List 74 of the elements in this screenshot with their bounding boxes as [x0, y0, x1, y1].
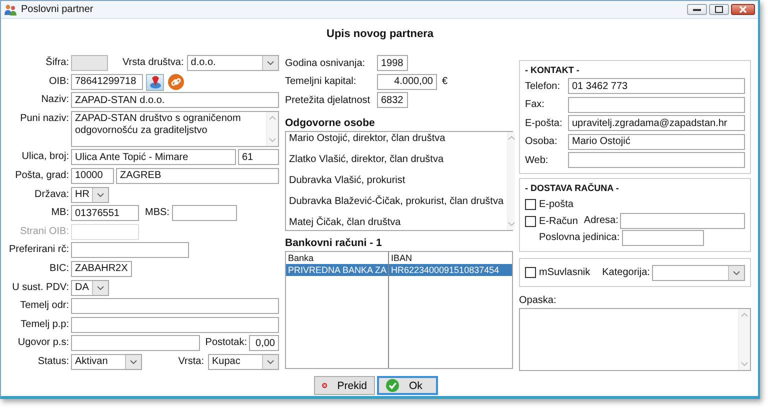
field-label: Fax: — [525, 99, 546, 110]
field-label: Vrsta: — [178, 354, 204, 369]
text-field[interactable]: Mario Ostojić — [568, 134, 745, 150]
field-label: Telefon: — [525, 80, 562, 92]
text-area[interactable]: ZAPAD-STAN društvo s ograničenom odgovornošću za graditeljstvo — [71, 110, 279, 147]
text-field[interactable]: 61 — [238, 149, 279, 166]
text-field[interactable]: 10000 — [71, 168, 114, 184]
field-label: Ugovor p.s: — [16, 336, 70, 350]
dropdown[interactable]: Aktivan — [71, 354, 142, 370]
text-field[interactable]: ZAGREB — [116, 168, 279, 184]
field-label: MB: — [50, 206, 70, 220]
text-field[interactable]: 4.000,00 — [377, 74, 437, 90]
table-row[interactable]: PRIVREDNA BANKA ZA HR6223400091510837454 — [286, 264, 512, 276]
dropdown[interactable]: DA — [71, 280, 109, 296]
field-label: Naziv: — [40, 93, 70, 108]
checkbox[interactable]: E-pošta — [525, 198, 574, 210]
list-item[interactable]: Dubravka Blažević-Čičak, prokurist, član društva — [289, 196, 504, 217]
field-label: Postotak: — [205, 336, 247, 350]
list-item[interactable]: Zlatko Vlašić, direktor, član društva — [289, 154, 504, 175]
field-label: Vrsta društva: — [122, 56, 184, 70]
column-header[interactable]: Banka — [286, 252, 389, 264]
section-title: Odgovorne osobe — [285, 116, 376, 129]
field-label: Osoba: — [525, 136, 558, 148]
text-field[interactable]: 1998 — [377, 55, 408, 71]
section-title: Bankovni računi - 1 — [285, 236, 383, 249]
group-title: - DOSTAVA RAČUNA - — [525, 182, 620, 194]
field-label: Godina osnivanja: — [285, 58, 366, 68]
field-label: OIB: — [48, 74, 70, 89]
window-title: Poslovni partner — [21, 4, 94, 15]
table-cell: PRIVREDNA BANKA ZA — [286, 264, 389, 276]
list-item[interactable]: Dubravka Vlašić, prokurist — [289, 174, 504, 196]
field-label: Adresa: — [584, 214, 618, 228]
field-label: Web: — [525, 154, 550, 166]
text-field[interactable]: 01 3462 773 — [568, 78, 745, 94]
text-field[interactable]: 01376551 — [71, 205, 139, 222]
field-label: Status: — [36, 354, 70, 369]
field-label: Strani OIB: — [19, 224, 70, 239]
field-label: Država: — [34, 188, 70, 202]
table-cell-text: HR6223400091510837454 — [390, 264, 500, 276]
currency-label: € — [442, 76, 448, 88]
text-field[interactable]: Ulica Ante Topić - Mimare — [71, 149, 236, 166]
field-label: E-pošta: — [525, 118, 564, 129]
text-field[interactable]: 78641299718 — [71, 74, 143, 90]
field-label: Šifra: — [44, 55, 70, 70]
field-label: Preferirani rč: — [8, 243, 70, 258]
field-label: Temelj p.p: — [20, 318, 70, 332]
dropdown[interactable]: d.o.o. — [186, 55, 279, 71]
field-label: Pošta, grad: — [14, 168, 70, 183]
checkbox[interactable]: mSuvlasnik — [525, 267, 590, 278]
dropdown[interactable]: Kupac — [208, 354, 279, 370]
group-title: - KONTAKT - — [525, 64, 580, 76]
field-label: Kategorija: — [602, 266, 650, 280]
field-label: Puni naziv: — [19, 112, 70, 126]
list-item[interactable]: Mario Ostojić, direktor, član društva — [289, 132, 504, 154]
field-label: U sust. PDV: — [11, 280, 70, 295]
form-heading: Upis novog partnera — [326, 28, 434, 42]
field-label: BIC: — [48, 262, 70, 276]
dropdown[interactable]: HR — [71, 186, 109, 203]
field-label: Temelj odr: — [19, 299, 70, 314]
field-label: Ulica, broj: — [20, 150, 70, 164]
list-item[interactable]: Matej Čičak, član društva — [289, 216, 504, 238]
field-label: MBS: — [145, 206, 170, 220]
field-label: Pretežita djelatnost — [285, 94, 372, 106]
text-field[interactable]: upravitelj.zgradama@zapadstan.hr — [568, 115, 745, 132]
field-label: Temeljni kapital: — [285, 76, 358, 88]
checkbox[interactable]: E-Račun — [525, 216, 578, 226]
cancel-button[interactable]: Prekid — [314, 376, 375, 395]
ok-button[interactable]: Ok — [377, 376, 438, 395]
field-label: Opaska: — [519, 295, 558, 307]
text-field[interactable]: 6832 — [377, 92, 408, 108]
text-field[interactable]: ZABAHR2X — [71, 260, 132, 277]
text-field[interactable]: ZAPAD-STAN d.o.o. — [71, 92, 279, 108]
text-field[interactable]: 0,00 — [249, 335, 279, 352]
field-label: Poslovna jedinica: — [539, 231, 620, 245]
